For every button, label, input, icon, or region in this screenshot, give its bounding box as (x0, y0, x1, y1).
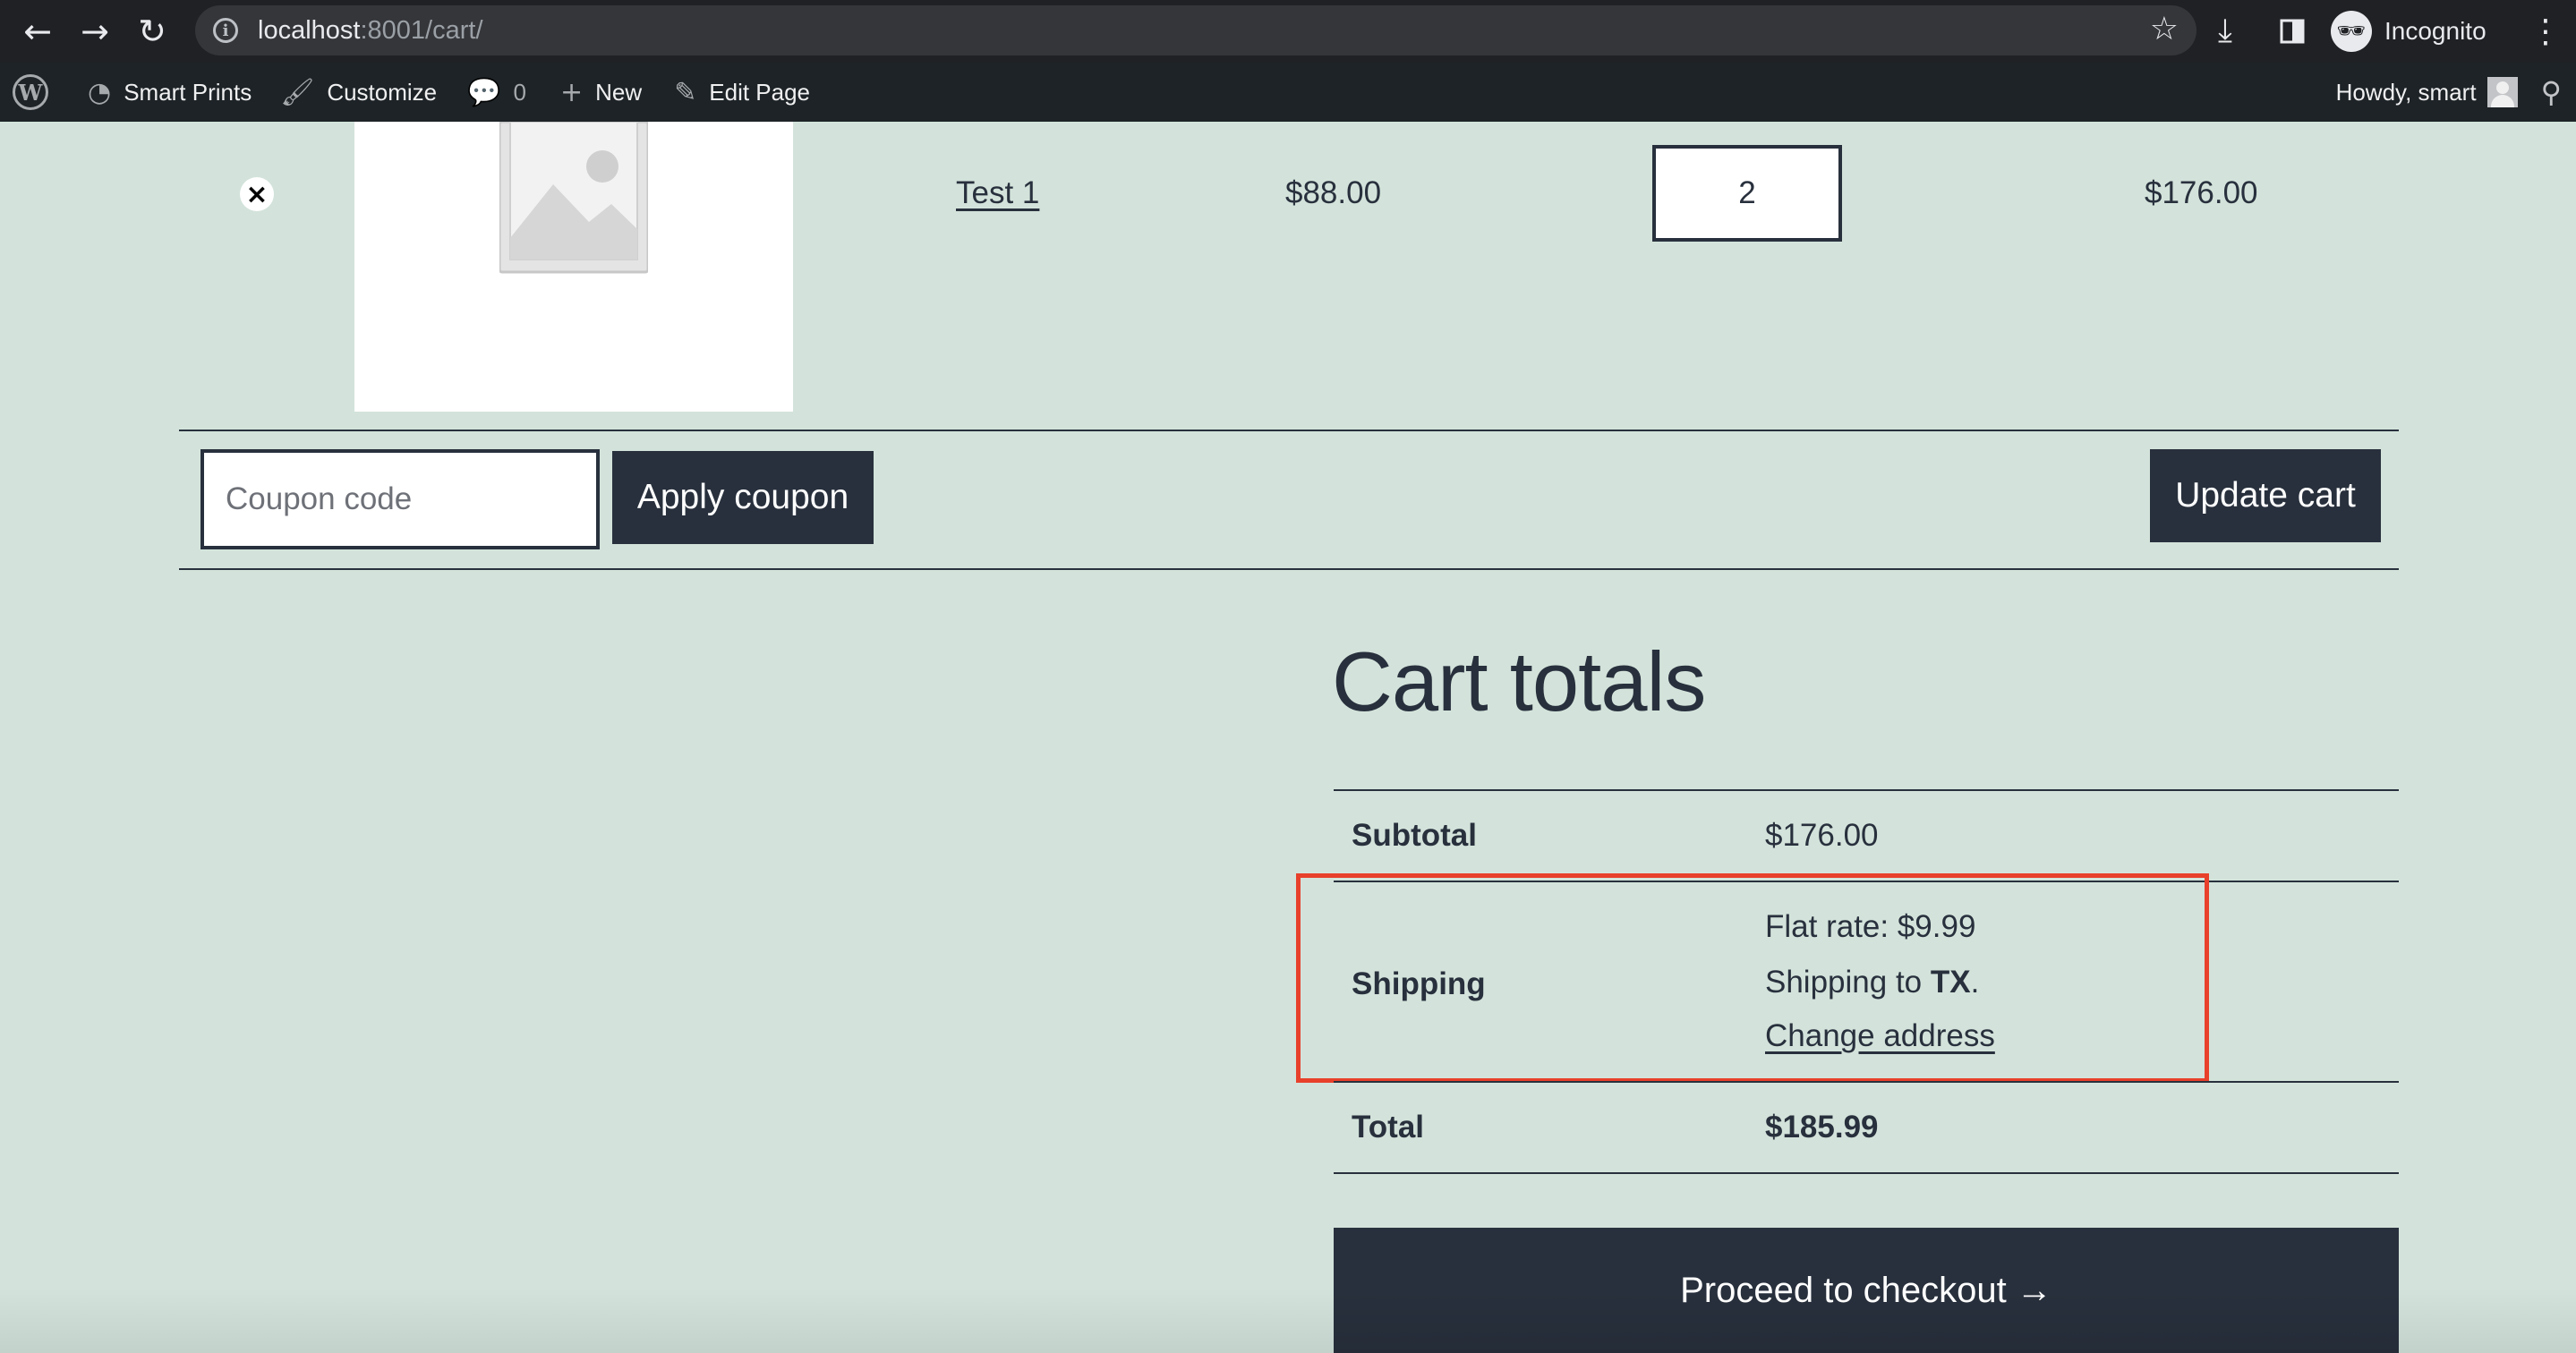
divider (1334, 1081, 2399, 1083)
incognito-icon: 🕶 (2331, 11, 2372, 52)
comments-menu[interactable]: 💬 0 (467, 63, 526, 122)
url-text[interactable]: localhost:8001/cart/ (258, 16, 483, 46)
total-value: $185.99 (1765, 1110, 1879, 1145)
pencil-icon: ✎ (674, 76, 697, 108)
remove-item-button[interactable]: × (240, 177, 274, 211)
customize-label: Customize (327, 78, 438, 106)
edit-page-label: Edit Page (709, 78, 811, 106)
incognito-label: Incognito (2384, 17, 2486, 45)
cart-totals-heading: Cart totals (1332, 634, 1706, 728)
forward-arrow-icon[interactable]: → (66, 5, 124, 57)
side-panel-icon[interactable] (2279, 7, 2306, 55)
image-placeholder-icon (499, 122, 648, 274)
update-cart-button[interactable]: Update cart (2150, 449, 2381, 542)
url-path: :8001/cart/ (360, 15, 483, 45)
howdy-label: Howdy, smart (2335, 78, 2477, 106)
plus-icon: + (559, 76, 584, 108)
my-account-menu[interactable]: Howdy, smart (2336, 63, 2541, 122)
back-arrow-icon[interactable]: ← (9, 5, 66, 57)
dashboard-icon: ◔ (88, 76, 112, 108)
product-name-link[interactable]: Test 1 (956, 175, 1039, 211)
comments-count: 0 (513, 78, 526, 106)
proceed-to-checkout-button[interactable]: Proceed to checkout → (1334, 1228, 2399, 1353)
site-name-label: Smart Prints (124, 78, 252, 106)
reload-icon[interactable]: ↻ (124, 5, 181, 57)
address-bar[interactable]: i localhost:8001/cart/ ☆ (195, 5, 2196, 55)
quantity-input[interactable] (1652, 145, 1842, 242)
divider (179, 568, 2399, 570)
divider (1334, 1172, 2399, 1174)
search-icon[interactable]: ⚲ (2541, 75, 2562, 109)
site-name-menu[interactable]: ◔ Smart Prints (88, 63, 252, 122)
bookmark-star-icon[interactable]: ☆ (2150, 11, 2179, 47)
product-thumbnail[interactable] (354, 122, 793, 412)
wp-logo-menu[interactable]: W (13, 63, 48, 122)
customize-menu[interactable]: 🖌 Customize (280, 63, 437, 122)
new-label: New (595, 78, 643, 106)
new-content-menu[interactable]: + New (560, 63, 642, 122)
site-info-icon[interactable]: i (213, 18, 238, 43)
divider (179, 430, 2399, 431)
divider (1334, 789, 2399, 791)
user-avatar-icon (2486, 77, 2518, 107)
apply-coupon-button[interactable]: Apply coupon (612, 451, 874, 544)
edit-page-menu[interactable]: ✎ Edit Page (674, 63, 810, 122)
product-subtotal: $176.00 (2145, 175, 2258, 210)
highlight-annotation-box (1296, 873, 2209, 1083)
kebab-menu-icon[interactable]: ⋮ (2529, 7, 2562, 55)
product-price: $88.00 (1285, 175, 1382, 210)
total-label: Total (1352, 1110, 1425, 1145)
browser-toolbar: ← → ↻ i localhost:8001/cart/ ☆ ⤓ 🕶 Incog… (0, 0, 2576, 63)
wordpress-logo-icon: W (13, 74, 48, 110)
url-host: localhost (258, 15, 361, 45)
coupon-code-input[interactable] (200, 449, 600, 549)
subtotal-label: Subtotal (1352, 818, 1477, 853)
incognito-indicator[interactable]: 🕶 Incognito (2331, 7, 2486, 55)
paintbrush-icon: 🖌 (280, 76, 315, 108)
wp-admin-bar: W ◔ Smart Prints 🖌 Customize 💬 0 + New ✎… (0, 63, 2576, 122)
download-icon[interactable]: ⤓ (2218, 7, 2232, 55)
subtotal-value: $176.00 (1765, 818, 1879, 853)
comment-bubble-icon: 💬 (467, 76, 501, 108)
